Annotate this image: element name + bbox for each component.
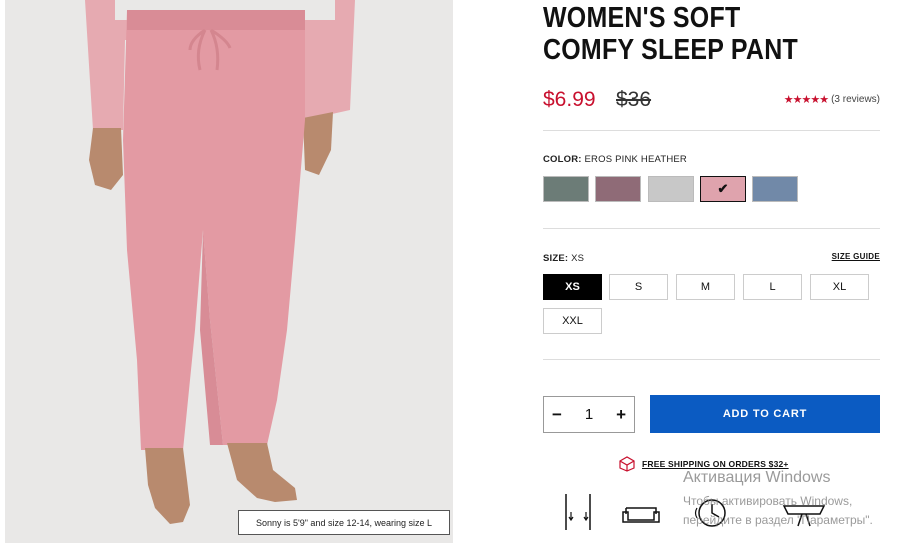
free-shipping-text: FREE SHIPPING ON ORDERS $32+	[642, 459, 789, 469]
divider	[543, 130, 880, 131]
original-price: $36	[616, 88, 652, 111]
color-label-title: COLOR:	[543, 154, 582, 165]
size-selected-name: XS	[571, 253, 585, 264]
checkmark-icon: ✔	[717, 181, 729, 196]
quantity-increase-button[interactable]: +	[616, 405, 626, 425]
sale-price: $6.99	[543, 88, 596, 111]
swatch-blue-gray[interactable]	[752, 176, 798, 202]
review-count[interactable]: (3 reviews)	[831, 94, 880, 105]
color-selected-name: EROS PINK HEATHER	[584, 154, 687, 165]
product-page: Sonny is 5'9" and size 12-14, wearing si…	[0, 0, 903, 543]
divider	[543, 359, 880, 360]
relaxed-fit-icon	[565, 494, 591, 530]
quantity-value[interactable]: 1	[585, 406, 593, 423]
couch-icon	[622, 507, 660, 523]
color-label: COLOR: EROS PINK HEATHER	[543, 154, 687, 165]
quantity-decrease-button[interactable]: −	[552, 405, 562, 425]
add-to-cart-button[interactable]: ADD TO CART	[650, 395, 880, 433]
product-title: WOMEN'S SOFT COMFY SLEEP PANT	[543, 2, 798, 66]
windows-activation-text: Чтобы активировать Windows, перейдите в …	[683, 494, 873, 527]
windows-activation-title: Активация Windows	[683, 469, 831, 486]
swatch-eros-pink-heather[interactable]: ✔	[700, 176, 746, 202]
swatch-slate-green[interactable]	[543, 176, 589, 202]
size-option-xs[interactable]: XS	[543, 274, 602, 300]
size-guide-link[interactable]: SIZE GUIDE	[832, 252, 880, 261]
product-image[interactable]: Sonny is 5'9" and size 12-14, wearing si…	[5, 0, 453, 543]
divider	[543, 228, 880, 229]
star-rating-icon: ★★★★★	[783, 94, 829, 106]
price-row: $6.99 $36 ★★★★★ (3 reviews)	[543, 88, 880, 116]
pants-illustration	[85, 0, 355, 524]
size-label: SIZE: XS	[543, 253, 584, 264]
model-size-caption: Sonny is 5'9" and size 12-14, wearing si…	[238, 510, 450, 535]
size-option-xxl[interactable]: XXL	[543, 308, 602, 334]
rating[interactable]: ★★★★★ (3 reviews)	[784, 93, 880, 106]
swatch-light-gray[interactable]	[648, 176, 694, 202]
size-option-l[interactable]: L	[743, 274, 802, 300]
size-option-m[interactable]: M	[676, 274, 735, 300]
size-label-title: SIZE:	[543, 253, 569, 264]
size-option-xl[interactable]: XL	[810, 274, 869, 300]
size-option-s[interactable]: S	[609, 274, 668, 300]
swatch-mauve[interactable]	[595, 176, 641, 202]
shipping-box-icon	[619, 456, 635, 472]
quantity-stepper[interactable]: − 1 +	[543, 396, 635, 433]
